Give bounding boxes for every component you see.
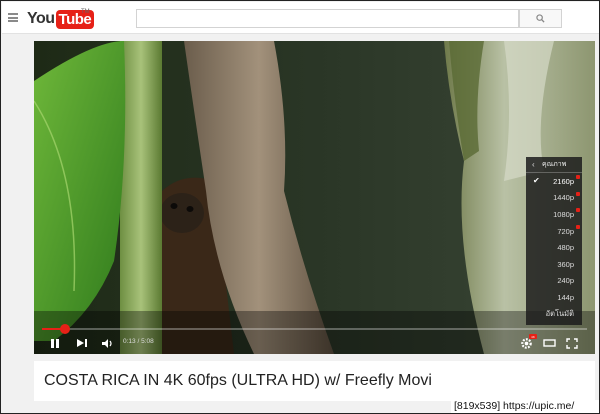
logo-trademark: TM [81, 9, 90, 15]
hamburger-menu-icon[interactable] [8, 13, 18, 22]
quality-option[interactable]: 1080p [526, 206, 582, 223]
volume-icon [102, 338, 112, 348]
quality-menu-title: คุณภาพ [542, 161, 567, 168]
fullscreen-button[interactable] [566, 336, 578, 350]
video-title: COSTA RICA IN 4K 60fps (ULTRA HD) w/ Fre… [44, 372, 432, 389]
settings-button[interactable] [520, 336, 533, 350]
quality-menu: ‹ คุณภาพ ✔ 2160p 1440p 1080p 720p 480p 360p 240… [526, 157, 582, 325]
quality-option-label: 2160p [553, 176, 574, 186]
quality-option[interactable]: 720p [526, 223, 582, 240]
quality-option-label: 720p [557, 226, 574, 236]
quality-option[interactable]: 144p [526, 289, 582, 306]
gear-icon [521, 337, 532, 349]
volume-button[interactable] [101, 336, 114, 350]
chevron-left-icon[interactable]: ‹ [532, 160, 535, 169]
quality-option-label: 480p [557, 243, 574, 253]
pause-icon [51, 338, 59, 348]
hd-marker-icon [576, 191, 580, 196]
logo-you-text: You [27, 10, 55, 27]
quality-option-label: 1080p [553, 209, 574, 219]
quality-option-label: อัตโนมัติ [545, 309, 574, 319]
search-icon [536, 14, 545, 23]
hd-marker-icon [576, 208, 580, 213]
page-frame: You Tube TM ‹ คุณภาพ ✔ 2160p 1440p 1080p… [0, 0, 600, 414]
next-button[interactable] [76, 336, 88, 350]
skip-next-icon [77, 339, 87, 347]
hd-marker-icon [576, 224, 580, 229]
progress-bar[interactable] [42, 324, 587, 334]
checkmark-icon: ✔ [533, 176, 540, 185]
search-input[interactable] [136, 9, 519, 28]
video-frame-image [34, 41, 595, 354]
video-info-panel: COSTA RICA IN 4K 60fps (ULTRA HD) w/ Fre… [34, 361, 595, 401]
quality-option[interactable]: อัตโนมัติ [526, 306, 582, 323]
quality-option[interactable]: 360p [526, 256, 582, 273]
quality-option-label: 144p [557, 292, 574, 302]
quality-option-label: 1440p [553, 193, 574, 203]
top-header: You Tube TM [2, 2, 599, 34]
quality-option[interactable]: 480p [526, 239, 582, 256]
quality-option[interactable]: ✔ 2160p [526, 173, 582, 190]
quality-option-label: 360p [557, 259, 574, 269]
theater-mode-button[interactable] [543, 336, 556, 350]
search-button[interactable] [519, 9, 562, 28]
quality-option[interactable]: 240p [526, 273, 582, 290]
theater-mode-icon [543, 339, 556, 347]
time-display: 0:13 / 5:08 [123, 338, 154, 345]
quality-option[interactable]: 1440p [526, 190, 582, 207]
quality-option-label: 240p [557, 276, 574, 286]
fullscreen-icon [566, 337, 578, 349]
quality-menu-header[interactable]: ‹ คุณภาพ [526, 157, 582, 173]
hd-marker-icon [576, 175, 580, 179]
video-player[interactable]: ‹ คุณภาพ ✔ 2160p 1440p 1080p 720p 480p 360p 240… [34, 41, 595, 354]
pause-button[interactable] [50, 336, 60, 350]
image-watermark: [819x539] https://upic.me/ [451, 400, 599, 413]
